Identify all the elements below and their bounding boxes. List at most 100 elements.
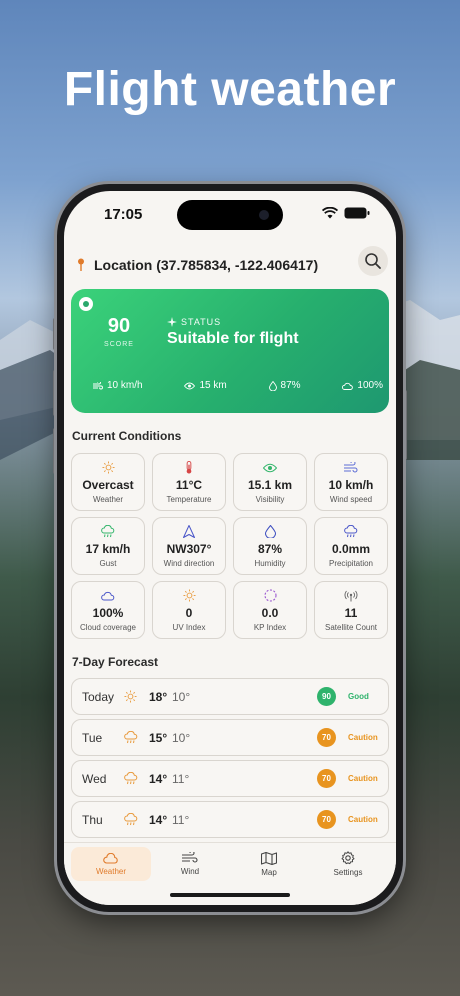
gear-icon <box>341 851 355 865</box>
forecast-high: 14° <box>149 813 168 827</box>
tile-value: 15.1 km <box>247 477 293 492</box>
forecast-score-badge: 70 <box>317 769 336 788</box>
forecast-day: Wed <box>82 772 107 786</box>
tile-humidity[interactable]: 87% Humidity <box>233 517 307 575</box>
tile-value: 10 km/h <box>328 477 374 492</box>
thermometer-icon <box>184 461 194 475</box>
app-screen: 17:05 Location (37.785834, -122.406417) … <box>64 191 396 905</box>
tile-label: Visibility <box>255 494 285 504</box>
flight-score-card[interactable]: 90 SCORE STATUS Suitable for flight 10 k… <box>71 289 389 413</box>
tile-weather[interactable]: Overcast Weather <box>71 453 145 511</box>
tab-weather[interactable]: Weather <box>71 847 151 881</box>
tile-label: UV Index <box>172 622 206 632</box>
forecast-row-wed[interactable]: Wed 14° 11° 70 Caution <box>71 760 389 797</box>
eye-icon <box>263 461 277 475</box>
tile-kp-index[interactable]: 0.0 KP Index <box>233 581 307 639</box>
tile-value: Overcast <box>82 477 134 492</box>
tile-wind-direction[interactable]: NW307° Wind direction <box>152 517 226 575</box>
pin-icon <box>74 256 88 274</box>
tile-precipitation[interactable]: 0.0mm Precipitation <box>314 517 388 575</box>
tile-temperature[interactable]: 11°C Temperature <box>152 453 226 511</box>
tile-label: Satellite Count <box>324 622 378 632</box>
droplet-icon <box>264 525 276 539</box>
promo-title: Flight weather <box>63 63 397 116</box>
cloud-icon <box>101 589 115 603</box>
current-conditions-title: Current Conditions <box>72 429 182 443</box>
tile-value: 0 <box>185 605 193 620</box>
tile-wind-speed[interactable]: 10 km/h Wind speed <box>314 453 388 511</box>
sparkle-icon <box>167 317 177 327</box>
forecast-day: Today <box>82 690 115 704</box>
tile-label: Weather <box>92 494 124 504</box>
phone-side-button <box>403 390 407 460</box>
dashed-circle-icon <box>263 589 277 603</box>
score-label: SCORE <box>104 341 134 348</box>
score-metrics: 10 km/h 15 km 87% 100% <box>93 380 383 391</box>
cloud-icon <box>103 852 118 864</box>
forecast-score-badge: 70 <box>317 728 336 747</box>
sun-icon <box>101 461 115 475</box>
score-value: 90 <box>107 315 131 337</box>
metric-visibility: 15 km <box>184 380 227 391</box>
wind-icon <box>344 461 358 475</box>
tile-visibility[interactable]: 15.1 km Visibility <box>233 453 307 511</box>
wind-icon <box>182 852 198 863</box>
rain-cloud-icon <box>124 771 138 790</box>
dynamic-island <box>177 200 283 230</box>
tile-label: Wind speed <box>329 494 373 504</box>
tile-value: 0.0 <box>261 605 279 620</box>
antenna-icon <box>344 589 358 603</box>
forecast-high: 14° <box>149 772 168 786</box>
rain-cloud-icon <box>344 525 358 539</box>
sun-icon <box>124 690 137 708</box>
droplet-icon <box>268 380 277 391</box>
cloud-icon <box>342 382 354 390</box>
tab-label: Map <box>261 867 277 877</box>
status-value: Suitable for flight <box>167 330 299 347</box>
location-label: Location (37.785834, -122.406417) <box>94 257 319 273</box>
forecast-rating: Caution <box>348 733 378 742</box>
status-label: STATUS <box>181 317 222 327</box>
tab-map[interactable]: Map <box>229 847 309 881</box>
metric-cloud: 100% <box>342 380 383 391</box>
tile-label: Gust <box>99 558 117 568</box>
tab-wind[interactable]: Wind <box>150 847 230 881</box>
metric-wind: 10 km/h <box>93 380 143 391</box>
forecast-low: 11° <box>172 772 190 786</box>
rain-cloud-icon <box>124 730 138 749</box>
forecast-title: 7-Day Forecast <box>72 655 159 669</box>
tile-value: 100% <box>92 605 124 620</box>
conditions-grid: Overcast Weather 11°C Temperature 15.1 k… <box>71 453 389 639</box>
wifi-icon <box>322 207 338 219</box>
forecast-low: 11° <box>172 813 190 827</box>
navigation-arrow-icon <box>183 525 195 539</box>
forecast-high: 18° <box>149 690 168 704</box>
forecast-score-badge: 70 <box>317 810 336 829</box>
tile-satellite-count[interactable]: 11 Satellite Count <box>314 581 388 639</box>
forecast-row-today[interactable]: Today 18° 10° 90 Good <box>71 678 389 715</box>
forecast-row-thu[interactable]: Thu 14° 11° 70 Caution <box>71 801 389 838</box>
tile-label: Temperature <box>166 494 212 504</box>
tile-value: 11 <box>344 605 358 620</box>
tab-label: Wind <box>180 867 200 876</box>
map-icon <box>261 851 277 865</box>
tile-gust[interactable]: 17 km/h Gust <box>71 517 145 575</box>
forecast-day: Thu <box>82 813 103 827</box>
tile-label: KP Index <box>253 622 287 632</box>
status-label-row: STATUS <box>167 317 221 327</box>
location-bar[interactable]: Location (37.785834, -122.406417) <box>74 247 386 283</box>
record-icon <box>79 297 93 311</box>
forecast-low: 10° <box>172 690 191 704</box>
tab-settings[interactable]: Settings <box>308 847 388 881</box>
forecast-row-tue[interactable]: Tue 15° 10° 70 Caution <box>71 719 389 756</box>
tile-value: NW307° <box>166 541 212 556</box>
wind-icon <box>93 381 103 389</box>
sun-icon <box>182 589 196 603</box>
tile-label: Wind direction <box>163 558 215 568</box>
tile-cloud-coverage[interactable]: 100% Cloud coverage <box>71 581 145 639</box>
status-icons <box>322 207 370 219</box>
search-button[interactable] <box>358 246 388 276</box>
forecast-score-badge: 90 <box>317 687 336 706</box>
tile-label: Humidity <box>254 558 286 568</box>
tile-uv-index[interactable]: 0 UV Index <box>152 581 226 639</box>
